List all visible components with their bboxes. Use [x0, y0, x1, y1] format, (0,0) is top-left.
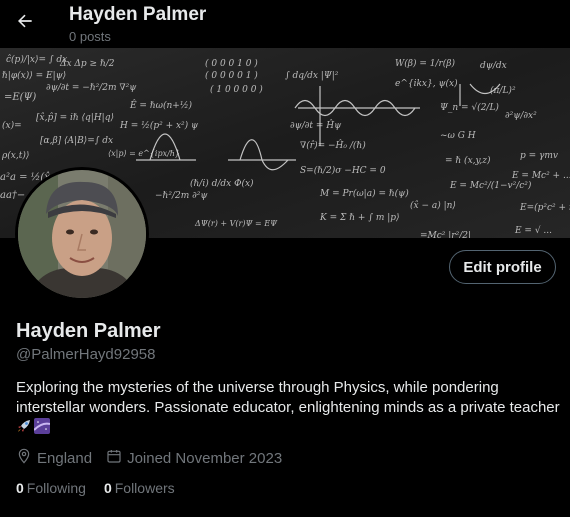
svg-text:∫ dq/dx |Ψ|²: ∫ dq/dx |Ψ|² — [285, 71, 339, 81]
svg-text:∇(r̂)= −Ĥ₀ /(ℏ): ∇(r̂)= −Ĥ₀ /(ℏ) — [300, 139, 366, 151]
svg-text:E=(p²c² + m²c⁴): E=(p²c² + m²c⁴) — [519, 202, 570, 213]
svg-text:p = γmv: p = γmv — [520, 151, 558, 161]
svg-text:K = Σ ℏ + ∫ m |p⟩: K = Σ ℏ + ∫ m |p⟩ — [319, 213, 400, 223]
svg-text:= ℏ (x,y,z): = ℏ (x,y,z) — [445, 155, 491, 166]
svg-text:∂ψ/∂t = −ℏ²/2m ∇²ψ: ∂ψ/∂t = −ℏ²/2m ∇²ψ — [46, 83, 137, 93]
profile-bio: Exploring the mysteries of the universe … — [16, 378, 561, 438]
svg-text:ρ(x,t)⟩: ρ(x,t)⟩ — [1, 150, 29, 161]
svg-text:(ℏ/i) d/dx Φ(x): (ℏ/i) d/dx Φ(x) — [190, 178, 254, 189]
svg-text:∂²ψ/∂x²: ∂²ψ/∂x² — [505, 111, 537, 121]
svg-text:=Mc² |r²/2|: =Mc² |r²/2| — [420, 231, 471, 238]
svg-text:( 0 0 0 1 0 ): ( 0 0 0 1 0 ) — [205, 58, 258, 69]
header-title: Hayden Palmer — [69, 4, 207, 25]
rocket-emoji — [16, 418, 32, 434]
svg-text:( 1 0 0 0 0 ): ( 1 0 0 0 0 ) — [210, 84, 263, 95]
follow-stats: 0 Following 0 Followers — [16, 480, 193, 496]
svg-text:(x)=: (x)= — [2, 120, 22, 131]
svg-text:S=(ℏ/2)σ −HC = 0: S=(ℏ/2)σ −HC = 0 — [300, 165, 386, 176]
svg-text:(x̂ − a) |n⟩: (x̂ − a) |n⟩ — [410, 200, 456, 211]
following-count: 0 — [16, 480, 24, 496]
calendar-icon — [106, 448, 127, 468]
svg-text:Δx Δp ≥ ℏ/2: Δx Δp ≥ ℏ/2 — [59, 59, 115, 69]
top-bar: Hayden Palmer 0 posts — [0, 0, 570, 48]
bio-text: Exploring the mysteries of the universe … — [16, 379, 560, 416]
svg-text:E = √ ...: E = √ ... — [514, 225, 552, 236]
followers-count: 0 — [103, 480, 112, 496]
svg-text:ĉ(p)/|x⟩= ∫ dx: ĉ(p)/|x⟩= ∫ dx — [6, 54, 67, 65]
arrow-left-icon — [15, 11, 35, 36]
followers-label: Followers — [114, 480, 175, 496]
svg-text:∂ψ/∂t = Ĥψ: ∂ψ/∂t = Ĥψ — [290, 119, 342, 131]
svg-text:Ê = ℏω(n+½): Ê = ℏω(n+½) — [129, 99, 193, 111]
svg-text:[x̂,p̂] = iℏ ⟨q|H|q⟩: [x̂,p̂] = iℏ ⟨q|H|q⟩ — [36, 112, 114, 123]
svg-text:( 0 0 0 0 1 ): ( 0 0 0 0 1 ) — [205, 70, 258, 81]
followers-link[interactable]: 0 Followers — [104, 480, 175, 496]
svg-text:M = Pr(ω|a) = ℏ(ψ): M = Pr(ω|a) = ℏ(ψ) — [319, 188, 409, 199]
profile-handle: @PalmerHayd92958 — [16, 346, 156, 363]
avatar-container[interactable] — [15, 167, 149, 301]
location: England — [16, 448, 92, 468]
svg-text:ΔΨ(r) + V(r)Ψ = EΨ: ΔΨ(r) + V(r)Ψ = EΨ — [194, 219, 278, 228]
milky-way-emoji — [33, 418, 51, 434]
svg-text:W(β) = 1/r(β): W(β) = 1/r(β) — [395, 58, 456, 69]
avatar[interactable] — [18, 170, 146, 298]
joined-text: Joined November 2023 — [127, 449, 283, 467]
svg-text:dψ/dx: dψ/dx — [480, 61, 507, 71]
svg-text:E = Mc²/(1−v²/c²): E = Mc²/(1−v²/c²) — [449, 180, 532, 191]
profile-meta: England Joined November 2023 — [16, 448, 296, 468]
post-count: 0 posts — [69, 29, 111, 44]
following-link[interactable]: 0 Following — [16, 480, 86, 496]
location-pin-icon — [16, 448, 37, 468]
following-label: Following — [26, 480, 86, 496]
svg-text:[α,β] ⟨A|B⟩=∫ dx: [α,β] ⟨A|B⟩=∫ dx — [40, 136, 113, 146]
svg-text:E = Mc² + ...: E = Mc² + ... — [511, 171, 570, 181]
svg-text:aa†−: aa†− — [0, 190, 25, 201]
svg-text:~ω G H: ~ω G H — [440, 131, 476, 141]
svg-text:Ψ_n = √(2/L): Ψ_n = √(2/L) — [440, 102, 499, 113]
back-button[interactable] — [8, 6, 42, 40]
svg-text:−ℏ²/2m ∂²ψ: −ℏ²/2m ∂²ψ — [155, 191, 208, 201]
svg-text:⟨x|p⟩ = e^{ipx/ℏ}: ⟨x|p⟩ = e^{ipx/ℏ} — [108, 149, 180, 158]
location-text: England — [37, 449, 93, 467]
svg-text:e^{ikx}, ψ(x): e^{ikx}, ψ(x) — [395, 78, 458, 89]
edit-profile-button[interactable]: Edit profile — [449, 250, 556, 284]
svg-text:H = ½(p² + x²) ψ: H = ½(p² + x²) ψ — [119, 120, 199, 131]
svg-text:ℏ|φ(x)⟩ = E|ψ⟩: ℏ|φ(x)⟩ = E|ψ⟩ — [2, 70, 66, 81]
profile-name: Hayden Palmer — [16, 320, 161, 342]
svg-text:=E(Ψ): =E(Ψ) — [4, 92, 36, 103]
join-date: Joined November 2023 — [106, 448, 282, 468]
